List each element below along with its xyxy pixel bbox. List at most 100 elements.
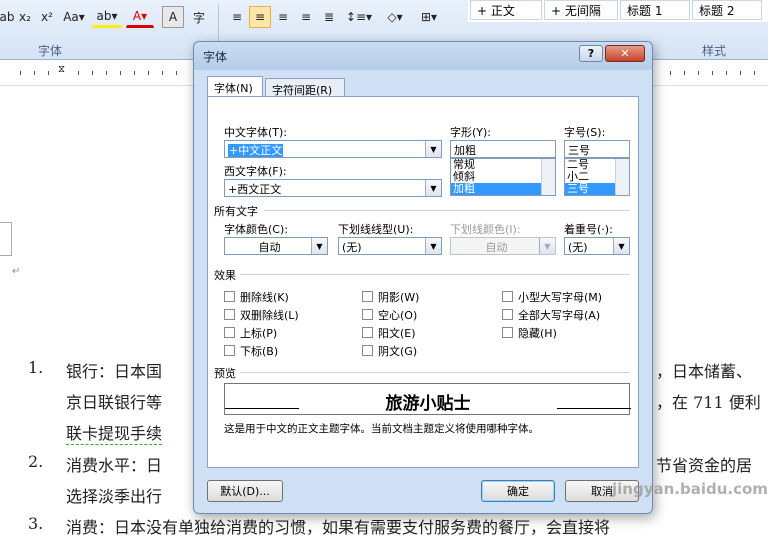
subscript-checkbox[interactable] [224,345,235,356]
effect-label: 上标(P) [240,327,278,340]
chevron-down-icon: ▼ [539,238,555,254]
default-button[interactable]: 默认(D)... [207,480,283,502]
effect-label: 隐藏(H) [518,327,557,340]
cn-font-select[interactable]: +中文正文 ▼ [224,140,442,158]
font-panel: 中文字体(T): +中文正文 ▼ 西文字体(F): +西文正文 ▼ 字形(Y):… [207,96,639,468]
list-item-line: 节省资金的居 [656,456,753,475]
emphasis-label: 着重号(·): [564,223,613,236]
effect-label: 全部大写字母(A) [518,309,601,322]
cn-font-label: 中文字体(T): [224,126,288,139]
list-number: 2. [28,452,44,471]
underline-color-label: 下划线颜色(I): [450,223,521,236]
line-spacing-icon[interactable]: ↕≡▾ [344,6,374,28]
effect-label: 删除线(K) [240,291,289,304]
emboss-checkbox[interactable] [362,327,373,338]
style-normal[interactable]: + 正文 [470,0,542,20]
shadow-checkbox[interactable] [362,291,373,302]
change-case-button[interactable]: Aa▾ [60,6,88,28]
superscript-button[interactable]: x² [36,6,58,28]
preview-rule-right [557,408,631,409]
preview-note: 这是用于中文的正文主题字体。当前文档主题定义将使用哪种字体。 [224,423,539,435]
style-input[interactable]: 加粗 [450,140,556,158]
engrave-checkbox[interactable] [362,345,373,356]
ok-button[interactable]: 确定 [481,480,555,502]
font-color-value: 自动 [258,241,281,254]
subscript-button[interactable]: x₂ [14,6,36,28]
strikethrough-checkbox[interactable] [224,291,235,302]
tab-font[interactable]: 字体(N) [207,76,263,97]
list-item-line: ，日本储蓄、 [656,362,753,381]
watermark: jingyan.baidu.com [612,480,768,498]
double-strike-checkbox[interactable] [224,309,235,320]
style-no-spacing[interactable]: + 无间隔 [544,0,618,20]
effect-label: 阳文(E) [378,327,416,340]
outline-checkbox[interactable] [362,309,373,320]
cn-font-value: +中文正文 [228,144,284,157]
dialog-titlebar[interactable]: 字体 ? ✕ [194,42,652,70]
align-center-icon[interactable]: ≡ [249,6,271,28]
chevron-down-icon[interactable]: ▼ [425,180,441,196]
font-color-select[interactable]: 自动 ▼ [224,237,328,255]
all-caps-checkbox[interactable] [502,309,513,320]
style-group-label: 样式 [702,44,727,58]
distributed-icon[interactable]: ≣ [318,6,340,28]
chevron-down-icon[interactable]: ▼ [425,238,441,254]
indent-marker-icon[interactable]: ⧖ [58,64,65,75]
effect-label: 下标(B) [240,345,279,358]
style-list[interactable]: 常规 倾斜 加粗 [450,158,556,196]
justify-icon[interactable]: ≡ [295,6,317,28]
align-right-icon[interactable]: ≡ [272,6,294,28]
font-group-label: 字体 [38,44,63,58]
font-dialog: 字体 ? ✕ 字体(N) 字符间距(R) 中文字体(T): +中文正文 ▼ 西文… [193,41,653,514]
enclose-char-button[interactable]: 字 [188,6,210,28]
chevron-down-icon[interactable]: ▼ [425,141,441,157]
borders-icon[interactable]: ⊞▾ [414,6,444,28]
divider [264,210,630,211]
size-input[interactable]: 三号 [564,140,630,158]
tab-char-spacing[interactable]: 字符间距(R) [265,78,345,98]
effect-label: 双删除线(L) [240,309,299,322]
list-item-line: 联卡提现手续 [66,420,163,445]
superscript-checkbox[interactable] [224,327,235,338]
chevron-down-icon[interactable]: ▼ [311,238,327,254]
page-corner [0,222,12,256]
list-item-line: 消费：日本没有单独给消费的习惯，如果有需要支付服务费的餐厅，会直接将 [66,518,611,537]
list-item-line: 消费水平：日 [66,456,163,475]
underline-color-value: 自动 [485,241,508,254]
list-item-line: 银行：日本国 [66,362,163,381]
list-item[interactable]: 加粗 [451,183,555,195]
west-font-select[interactable]: +西文正文 ▼ [224,179,442,197]
chevron-down-icon[interactable]: ▼ [613,238,629,254]
paragraph-mark-icon: ↵ [12,266,21,277]
small-caps-checkbox[interactable] [502,291,513,302]
effect-label: 小型大写字母(M) [518,291,603,304]
emphasis-select[interactable]: (无) ▼ [564,237,630,255]
scrollbar[interactable] [541,159,555,195]
highlight-button[interactable]: ab▾ [92,6,122,28]
list-item-line: ，在 711 便利 [656,393,761,412]
list-item-line: 京日联银行等 [66,393,163,412]
underline-select[interactable]: (无) ▼ [338,237,442,255]
scrollbar[interactable] [615,159,629,195]
style-heading-2[interactable]: 标题 2 [692,0,762,20]
strikethrough-button[interactable]: ab [0,6,15,28]
shading-icon[interactable]: ◇▾ [380,6,410,28]
size-list[interactable]: 二号 小二 三号 [564,158,630,196]
help-icon[interactable]: ? [579,45,603,62]
hidden-checkbox[interactable] [502,327,513,338]
align-left-icon[interactable]: ≡ [226,6,248,28]
west-font-label: 西文字体(F): [224,165,287,178]
divider [240,372,630,373]
underline-color-select: 自动 ▼ [450,237,556,255]
style-heading-1[interactable]: 标题 1 [620,0,690,20]
char-shading-button[interactable]: A [162,6,184,28]
underline-label: 下划线线型(U): [338,223,414,236]
preview-label: 预览 [214,367,236,380]
close-icon[interactable]: ✕ [605,45,645,62]
list-number: 1. [28,358,44,377]
font-color-button[interactable]: A▾ [126,6,154,28]
divider [240,274,630,275]
effect-label: 阴文(G) [378,345,418,358]
dialog-title: 字体 [203,50,228,64]
all-text-label: 所有文字 [214,205,258,218]
